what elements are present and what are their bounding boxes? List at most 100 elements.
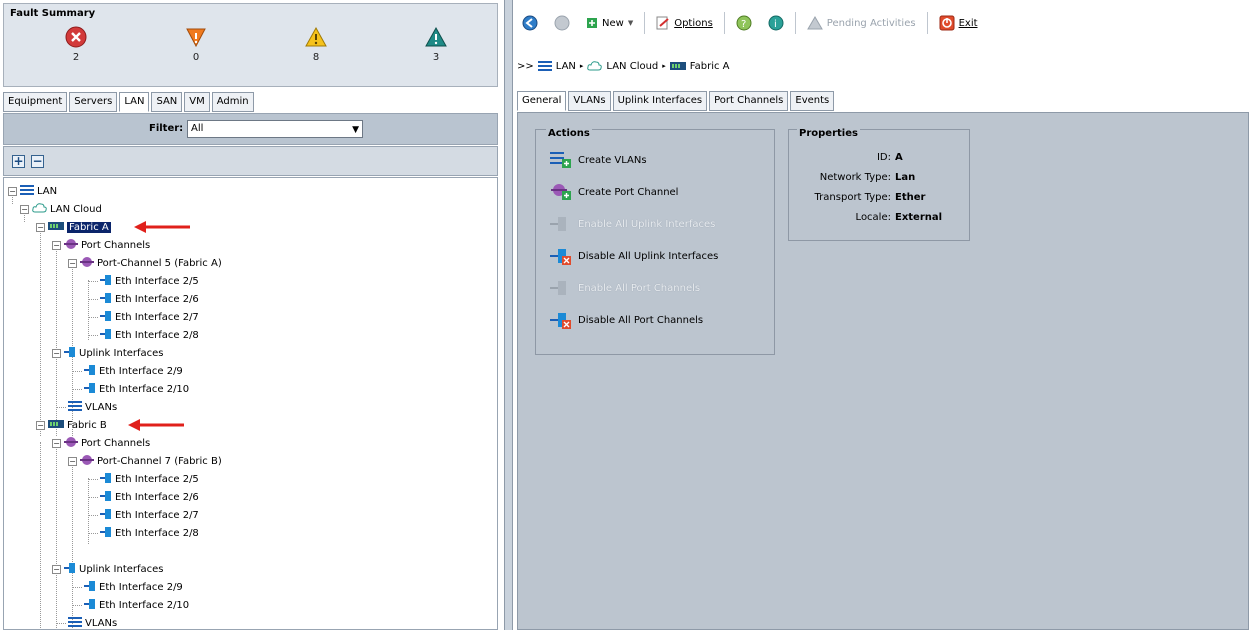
major-fault[interactable]: 0 bbox=[176, 26, 216, 63]
tree-node-eth-2-9-b[interactable]: Eth Interface 2/9 bbox=[72, 578, 183, 596]
action-label: Create Port Channel bbox=[578, 186, 679, 198]
collapse-icon[interactable]: − bbox=[52, 240, 61, 250]
collapse-icon[interactable]: − bbox=[20, 204, 29, 214]
tab-events[interactable]: Events bbox=[790, 91, 835, 111]
major-fault-icon bbox=[186, 28, 206, 48]
breadcrumb-lan-cloud[interactable]: LAN Cloud bbox=[606, 61, 658, 72]
tree-label: Port-Channel 7 (Fabric B) bbox=[97, 455, 222, 467]
tree-node-fabric-b[interactable]: − Fabric B bbox=[36, 416, 107, 434]
toolbar-separator bbox=[794, 12, 796, 34]
exit-label: Exit bbox=[958, 17, 978, 29]
collapse-icon[interactable]: − bbox=[68, 258, 77, 268]
tree-node-eth-2-7[interactable]: Eth Interface 2/7 bbox=[88, 308, 199, 326]
enable-all-port-channels-action[interactable]: Enable All Port Channels bbox=[550, 278, 700, 298]
pane-splitter[interactable] bbox=[505, 0, 513, 630]
property-value: Ether bbox=[895, 192, 926, 203]
tree-node-port-channels-b[interactable]: − Port Channels bbox=[52, 434, 150, 452]
tab-port-channels[interactable]: Port Channels bbox=[709, 91, 789, 111]
tree-node-vlans[interactable]: VLANs bbox=[56, 398, 117, 416]
disable-all-port-channels-action[interactable]: Disable All Port Channels bbox=[550, 310, 703, 330]
create-port-channel-action[interactable]: Create Port Channel bbox=[550, 182, 678, 202]
tab-equipment[interactable]: Equipment bbox=[3, 92, 68, 112]
tree-label: Eth Interface 2/10 bbox=[99, 383, 190, 395]
expand-all-button[interactable]: + bbox=[12, 155, 25, 168]
tree-node-uplink-interfaces-b[interactable]: − Uplink Interfaces bbox=[52, 560, 164, 578]
tree-node-port-channel-5[interactable]: − Port-Channel 5 (Fabric A) bbox=[68, 254, 222, 272]
tree-node-eth-2-8-b[interactable]: Eth Interface 2/8 bbox=[88, 524, 199, 542]
lan-tree: − LAN − LAN Cloud − Fabric A − Port Chan… bbox=[3, 177, 498, 630]
minor-fault[interactable]: 8 bbox=[296, 26, 336, 63]
toolbar-separator bbox=[926, 12, 928, 34]
tree-node-eth-2-5[interactable]: Eth Interface 2/5 bbox=[88, 272, 199, 290]
collapse-icon[interactable]: − bbox=[36, 222, 45, 232]
work-pane: New ▼ Options ? i Pending Activities Exi… bbox=[513, 0, 1249, 630]
chevron-down-icon: ▼ bbox=[352, 125, 359, 135]
breadcrumb-fabric[interactable]: Fabric A bbox=[690, 61, 730, 72]
tree-node-eth-2-7-b[interactable]: Eth Interface 2/7 bbox=[88, 506, 199, 524]
collapse-icon[interactable]: − bbox=[36, 420, 45, 430]
tree-node-eth-2-10[interactable]: Eth Interface 2/10 bbox=[72, 380, 189, 398]
interface-icon bbox=[100, 274, 112, 289]
tree-node-lan[interactable]: − LAN bbox=[8, 182, 57, 200]
tree-toolbar: + − bbox=[3, 146, 498, 176]
chevron-right-icon: ▸ bbox=[579, 62, 584, 70]
vlan-icon bbox=[68, 616, 82, 630]
new-menu-button[interactable]: New ▼ bbox=[581, 14, 638, 32]
tree-node-port-channel-7[interactable]: − Port-Channel 7 (Fabric B) bbox=[68, 452, 222, 470]
breadcrumb-lan[interactable]: LAN bbox=[556, 61, 576, 72]
collapse-icon[interactable]: − bbox=[52, 564, 61, 574]
tree-node-eth-2-10-b[interactable]: Eth Interface 2/10 bbox=[72, 596, 189, 614]
tab-general[interactable]: General bbox=[517, 91, 567, 111]
pending-activities-button[interactable]: Pending Activities bbox=[802, 13, 921, 33]
filter-value: All bbox=[191, 123, 204, 134]
tab-san[interactable]: SAN bbox=[151, 92, 183, 112]
collapse-icon[interactable]: − bbox=[8, 186, 17, 196]
action-label: Disable All Uplink Interfaces bbox=[578, 250, 719, 262]
critical-fault[interactable]: 2 bbox=[56, 26, 96, 63]
tab-admin[interactable]: Admin bbox=[211, 92, 254, 112]
disable-all-uplink-interfaces-action[interactable]: Disable All Uplink Interfaces bbox=[550, 246, 718, 266]
options-icon bbox=[656, 16, 669, 30]
tab-servers[interactable]: Servers bbox=[69, 92, 118, 112]
property-key: Transport Type: bbox=[814, 192, 891, 203]
warning-fault[interactable]: 3 bbox=[416, 26, 456, 63]
back-button[interactable] bbox=[517, 12, 543, 34]
options-label: Options bbox=[674, 17, 713, 29]
property-transport-type: Transport Type: Ether bbox=[795, 192, 965, 203]
tree-label: Fabric A bbox=[67, 221, 111, 233]
tree-label: Eth Interface 2/8 bbox=[115, 329, 199, 341]
major-fault-count: 0 bbox=[192, 52, 200, 63]
info-button[interactable]: i bbox=[763, 12, 789, 34]
tab-lan[interactable]: LAN bbox=[119, 92, 150, 112]
tree-node-port-channels[interactable]: − Port Channels bbox=[52, 236, 150, 254]
tree-label: Uplink Interfaces bbox=[79, 347, 164, 359]
tab-vm[interactable]: VM bbox=[184, 92, 210, 112]
tree-node-eth-2-6[interactable]: Eth Interface 2/6 bbox=[88, 290, 199, 308]
tree-node-eth-2-8[interactable]: Eth Interface 2/8 bbox=[88, 326, 199, 344]
forward-button[interactable] bbox=[549, 12, 575, 34]
exit-button[interactable]: Exit bbox=[934, 12, 983, 34]
tree-node-fabric-a[interactable]: − Fabric A bbox=[36, 218, 111, 236]
collapse-icon[interactable]: − bbox=[68, 456, 77, 466]
create-vlans-action[interactable]: Create VLANs bbox=[550, 150, 647, 170]
tree-label: Eth Interface 2/6 bbox=[115, 491, 199, 503]
tree-node-eth-2-6-b[interactable]: Eth Interface 2/6 bbox=[88, 488, 199, 506]
options-button[interactable]: Options bbox=[651, 13, 718, 33]
collapse-all-button[interactable]: − bbox=[31, 155, 44, 168]
help-button[interactable]: ? bbox=[731, 12, 757, 34]
tab-vlans[interactable]: VLANs bbox=[568, 91, 611, 111]
collapse-icon[interactable]: − bbox=[52, 438, 61, 448]
property-key: Locale: bbox=[855, 212, 891, 223]
tree-node-uplink-interfaces[interactable]: − Uplink Interfaces bbox=[52, 344, 164, 362]
tree-node-eth-2-5-b[interactable]: Eth Interface 2/5 bbox=[88, 470, 199, 488]
tab-uplink-interfaces[interactable]: Uplink Interfaces bbox=[612, 91, 708, 111]
tree-node-eth-2-9[interactable]: Eth Interface 2/9 bbox=[72, 362, 183, 380]
tree-node-vlans-b[interactable]: VLANs bbox=[56, 614, 117, 630]
enable-all-uplink-interfaces-action[interactable]: Enable All Uplink Interfaces bbox=[550, 214, 715, 234]
minor-fault-count: 8 bbox=[312, 52, 320, 63]
pending-activities-label: Pending Activities bbox=[826, 17, 916, 29]
filter-dropdown[interactable]: All ▼ bbox=[187, 120, 363, 138]
tree-node-lan-cloud[interactable]: − LAN Cloud bbox=[20, 200, 102, 218]
collapse-icon[interactable]: − bbox=[52, 348, 61, 358]
interface-icon bbox=[100, 310, 112, 325]
